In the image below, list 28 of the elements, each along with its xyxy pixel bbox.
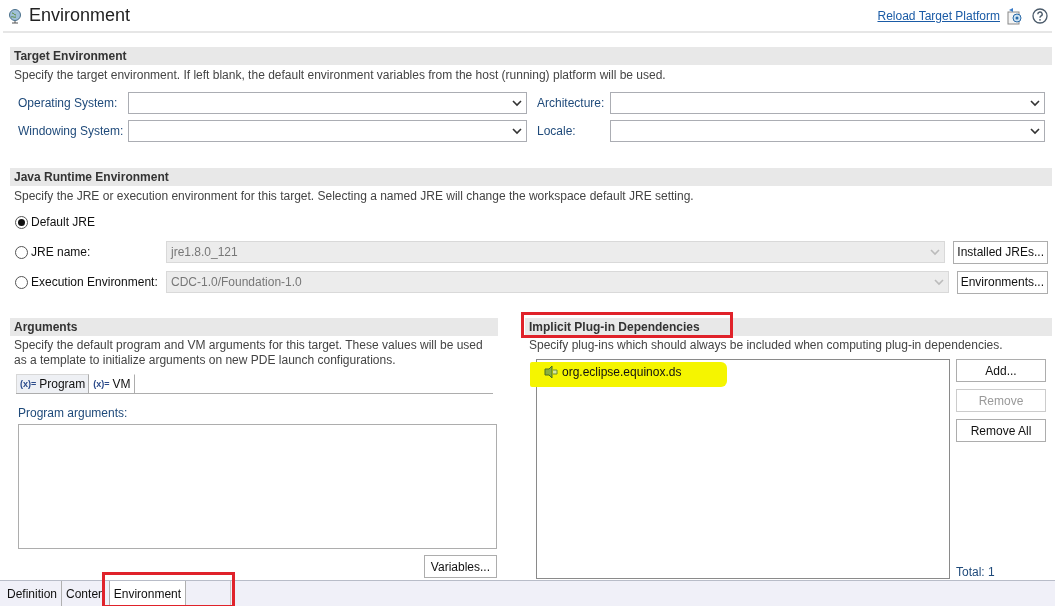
- list-item[interactable]: org.eclipse.equinox.ds: [562, 365, 682, 379]
- radio-label: JRE name:: [31, 245, 92, 259]
- tab[interactable]: (x)= Program: [16, 374, 90, 393]
- section-header: Java Runtime Environment: [10, 168, 1052, 186]
- field-label: Locale:: [537, 124, 577, 138]
- radio-label: Default JRE: [31, 215, 96, 229]
- field-label: Program arguments:: [18, 406, 129, 420]
- section-description: Specify the JRE or execution environment for this target. Selecting a named JRE will change the workspace default JRE setting.: [14, 189, 695, 204]
- total-count: Total: 1: [956, 565, 996, 579]
- section-header: Target Environment: [10, 47, 1052, 65]
- list-action-button[interactable]: Add...: [956, 359, 1046, 382]
- radio-label: Execution Environment:: [31, 275, 159, 289]
- field-label: Operating System:: [18, 96, 119, 110]
- dropdown-value: jre1.8.0_121: [171, 245, 238, 259]
- variables-button[interactable]: Variables...: [423, 555, 497, 578]
- field-label: Architecture:: [537, 96, 606, 110]
- section-description: Specify the default program and VM arguments for this target. These values will be used as a template to initialize arguments on new PDE launch configurations.: [14, 338, 484, 368]
- reload-link[interactable]: Reload Target Platform: [877, 8, 1000, 23]
- list-action-button[interactable]: Remove All: [956, 419, 1046, 442]
- tab[interactable]: (x)= VM: [89, 374, 135, 393]
- section-description: Specify the target environment. If left blank, the default environment variables from the host (running) platform will be used.: [14, 68, 667, 83]
- section-header: Arguments: [10, 318, 498, 336]
- page-title: Environment: [29, 5, 131, 26]
- section-description: Specify plug-ins which should always be included when computing plug-in dependencies.: [529, 338, 1004, 353]
- field-label: Windowing System:: [18, 124, 125, 138]
- dropdown-value: CDC-1.0/Foundation-1.0: [171, 275, 302, 289]
- variable-icon: (x)=: [93, 379, 110, 389]
- variable-icon: (x)=: [20, 379, 37, 389]
